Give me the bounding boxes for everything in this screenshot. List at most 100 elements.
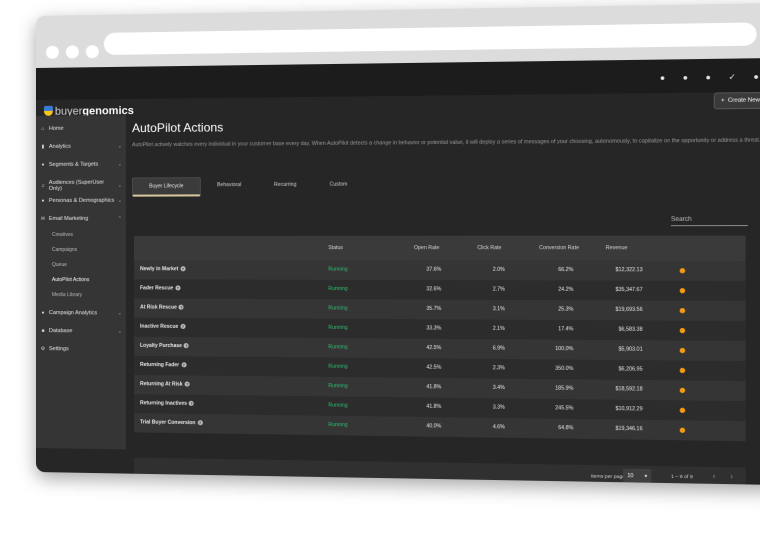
table-row[interactable]: Newly in Market? Running 37.6% 2.0% 66.2% $12… [134,260,746,281]
window-dot-icon[interactable] [45,45,59,59]
conversion-rate-cell: 64.8% [558,424,574,432]
help-icon[interactable]: ? [180,323,186,329]
options-dot-icon[interactable] [679,268,686,274]
help-icon[interactable]: ? [184,381,190,387]
sidebar-sub-media-library[interactable]: Media Library [52,292,82,298]
chevron-down-icon: ⌄ [117,328,122,335]
action-name[interactable]: Returning Inactives? [140,400,195,407]
open-rate-cell: 35.7% [426,305,442,313]
header-status[interactable]: Status [328,245,343,251]
logo-icon [43,105,53,116]
help-icon[interactable]: ? [178,304,184,310]
table-row[interactable]: Fader Rescue? Running 32.6% 2.7% 24.2% $35,34… [134,279,746,301]
sidebar-item-segments[interactable]: ● Segments & Targets ⌄ [40,161,122,168]
options-dot-icon[interactable] [679,327,686,334]
sidebar-sub-creatives[interactable]: Creatives [52,232,73,238]
audiences-icon: ♫ [41,182,45,189]
options-dot-icon[interactable] [679,288,686,294]
actions-table: Status Open Rate Click Rate Conversion R… [134,235,746,442]
next-page-icon[interactable]: › [730,472,733,482]
options-dot-icon[interactable] [679,427,686,433]
help-icon[interactable]: ? [181,362,187,368]
tab-custom[interactable]: Custom [313,176,364,193]
window-dot-icon[interactable] [85,45,99,59]
page-range: 1 – 9 of 9 [670,474,693,481]
options-dot-icon[interactable] [679,387,686,394]
bell-icon[interactable]: ● [683,73,688,83]
address-bar[interactable] [103,22,757,56]
chevron-up-icon: ⌃ [117,215,122,222]
chevron-down-icon: ⌄ [117,161,122,168]
sidebar-item-personas[interactable]: ● Personas & Demographics ⌄ [40,198,122,204]
action-name[interactable]: Inactive Rescue? [140,323,186,330]
header-open-rate[interactable]: Open Rate [414,245,439,251]
conversion-rate-cell: 24.2% [558,286,574,293]
options-dot-icon[interactable] [679,347,686,354]
check-icon[interactable]: ✓ [728,72,735,82]
header-revenue[interactable]: Revenue [606,245,628,251]
status-badge: Running [328,285,348,293]
action-name[interactable]: Trial Buyer Conversion? [140,419,203,426]
segments-icon: ● [41,161,45,168]
sidebar-item-settings[interactable]: ⚙ Settings [40,346,122,353]
status-badge: Running [328,305,348,312]
sidebar-item-analytics[interactable]: ▮ Analytics ⌄ [40,143,122,150]
create-new-button[interactable]: + Create New [713,91,760,110]
help-icon[interactable]: ● [706,73,711,83]
open-rate-cell: 40.0% [426,423,442,430]
action-name[interactable]: Returning At Risk? [140,381,190,388]
click-rate-cell: 2.7% [492,286,505,293]
options-dot-icon[interactable] [679,367,686,374]
status-badge: Running [328,324,348,332]
options-dot-icon[interactable] [679,407,686,414]
sidebar-sub-campaigns[interactable]: Campaigns [52,247,77,253]
action-name[interactable]: Returning Fader? [140,362,187,368]
help-icon[interactable]: ? [183,343,190,349]
click-rate-cell: 4.6% [492,424,505,431]
status-badge: Running [328,421,348,429]
status-badge: Running [328,383,348,390]
sidebar-item-email[interactable]: ✉ Email Marketing ⌃ [40,216,122,222]
user-icon[interactable]: ● [753,72,758,82]
campaign-analytics-icon: ● [41,310,45,317]
help-icon[interactable]: ? [189,400,195,406]
sidebar-item-campaign-analytics[interactable]: ● Campaign Analytics ⌄ [40,310,122,316]
conversion-rate-cell: 17.4% [558,326,574,333]
click-rate-cell: 6.9% [492,345,505,352]
tab-recurring[interactable]: Recurring [258,177,313,194]
header-click-rate[interactable]: Click Rate [477,245,501,251]
sidebar-sub-queue[interactable]: Queue [52,262,67,268]
sidebar-sub-autopilot[interactable]: AutoPilot Actions [52,277,89,283]
lightbulb-icon[interactable]: ● [660,73,665,82]
help-icon[interactable]: ? [197,420,203,426]
action-name[interactable]: Fader Rescue? [140,285,181,291]
plus-icon: + [721,97,725,105]
action-name[interactable]: At Risk Rescue? [140,304,184,311]
dropdown-arrow-icon: ▼ [643,473,649,479]
options-dot-icon[interactable] [679,308,686,314]
action-name[interactable]: Newly in Market? [140,266,186,272]
sidebar-item-audiences[interactable]: ♫ Audiences (SuperUser Only) ⌄ [40,180,122,192]
pagination: Items per page: 10 ▼ 1 – 9 of 9 ‹ › [134,457,746,485]
click-rate-cell: 3.3% [492,404,505,411]
help-icon[interactable]: ? [175,285,181,291]
revenue-cell: $12,322.13 [615,266,643,274]
conversion-rate-cell: 100.0% [555,345,574,353]
revenue-cell: $19,346.16 [615,425,643,433]
sidebar-item-database[interactable]: ■ Database ⌄ [40,328,122,335]
click-rate-cell: 2.1% [492,325,505,333]
revenue-cell: $35,347.67 [615,286,643,294]
click-rate-cell: 3.4% [492,384,505,392]
window-dot-icon[interactable] [65,45,79,59]
tab-buyer-lifecycle[interactable]: Buyer Lifecycle [131,177,201,197]
header-conversion-rate[interactable]: Conversion Rate [539,245,579,251]
search-input[interactable]: Search [670,216,748,227]
prev-page-icon[interactable]: ‹ [713,471,716,481]
sidebar: ⌂ Home ▮ Analytics ⌄ ● Segments & Targets ⌄ ♫… [36,115,126,450]
sidebar-item-home[interactable]: ⌂ Home [40,125,122,132]
open-rate-cell: 42.5% [426,344,442,352]
help-icon[interactable]: ? [180,266,186,272]
tab-behavioral[interactable]: Behavioral [201,177,258,193]
items-per-page-select[interactable]: 10 ▼ [623,468,652,484]
action-name[interactable]: Loyalty Purchase? [140,343,190,349]
